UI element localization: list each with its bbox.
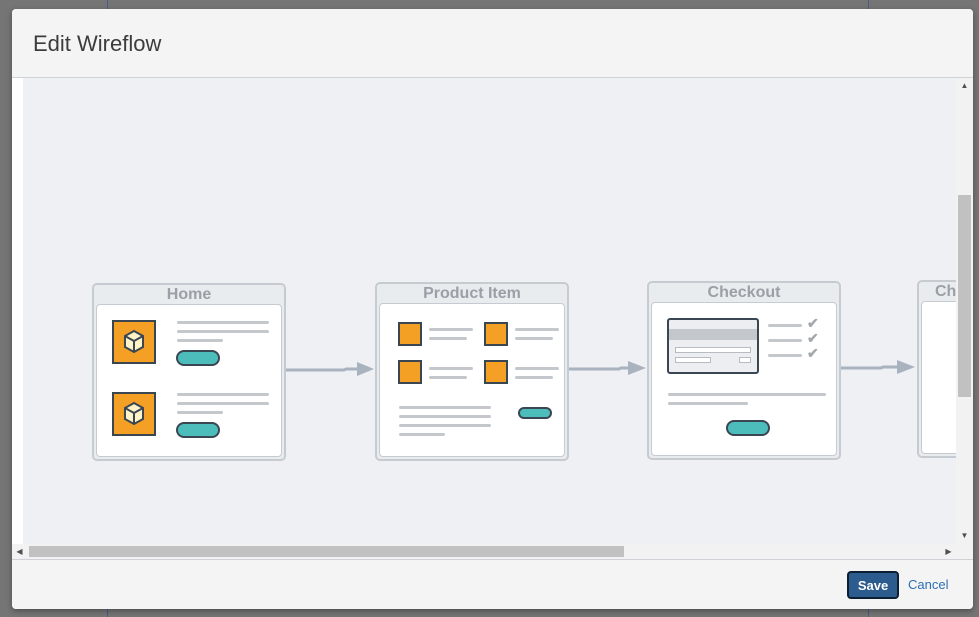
product-thumbnail [398,360,422,384]
screen-content [921,301,956,454]
edit-wireflow-dialog: Edit Wireflow Home Product Item Checkout… [12,9,973,609]
screen-card-home[interactable]: Home [92,283,286,461]
credit-card-form [667,318,759,374]
text-placeholder [177,411,223,414]
text-placeholder [399,433,445,436]
button-placeholder [176,422,220,438]
text-placeholder [177,321,269,324]
scrollbar-thumb[interactable] [29,546,624,557]
dialog-body: Home Product Item Checkout ✔ ✔ ✔ Ch ▲ ▼ … [12,78,973,559]
text-placeholder [429,376,467,379]
text-placeholder [668,393,826,396]
cancel-button[interactable]: Cancel [908,571,948,599]
product-thumbnail [484,322,508,346]
text-placeholder [177,339,223,342]
product-thumbnail [484,360,508,384]
scrollbar-corner [956,544,973,559]
screen-content: ✔ ✔ ✔ [651,302,837,456]
text-placeholder [429,367,473,370]
text-placeholder [177,330,269,333]
text-placeholder [429,337,467,340]
screen-content [379,303,565,457]
text-placeholder [768,339,802,342]
screen-card-partial[interactable]: Ch [917,280,956,458]
arrow-down-icon[interactable]: ▼ [956,528,973,544]
dialog-header: Edit Wireflow [12,9,973,78]
screen-title: Product Item [423,285,521,302]
text-placeholder [177,393,269,396]
flow-arrow [286,362,374,376]
arrow-left-icon[interactable]: ◀ [12,544,27,559]
card-stripe [669,329,757,340]
text-placeholder [515,376,553,379]
button-placeholder [726,420,770,436]
cube-icon [124,401,144,426]
arrow-up-icon[interactable]: ▲ [956,78,973,94]
text-placeholder [399,406,491,409]
text-placeholder [515,367,559,370]
arrow-right-icon[interactable]: ▶ [941,544,956,559]
screen-title: Ch [935,283,956,300]
cube-icon [124,329,144,354]
text-placeholder [515,328,559,331]
flow-arrow [841,360,915,374]
dialog-footer: Save Cancel [12,559,973,609]
product-image [112,320,156,364]
save-button[interactable]: Save [847,571,899,599]
text-placeholder [399,415,491,418]
horizontal-scrollbar[interactable]: ◀ ▶ [12,544,956,559]
screen-card-checkout[interactable]: Checkout ✔ ✔ ✔ [647,281,841,460]
checkmark-icon: ✔ [807,345,819,361]
field-placeholder [675,357,711,363]
button-placeholder [176,350,220,366]
text-placeholder [177,402,269,405]
text-placeholder [668,402,748,405]
screen-content [96,304,282,457]
scrollbar-thumb[interactable] [958,195,971,397]
product-image [112,392,156,436]
screen-card-product-item[interactable]: Product Item [375,282,569,461]
field-placeholder [739,357,751,363]
dialog-title: Edit Wireflow [33,31,162,56]
vertical-scrollbar[interactable]: ▲ ▼ [956,78,973,544]
text-placeholder [429,328,473,331]
wireflow-canvas[interactable]: Home Product Item Checkout ✔ ✔ ✔ Ch [23,78,956,544]
button-placeholder [518,407,552,419]
text-placeholder [515,337,553,340]
text-placeholder [399,424,491,427]
field-placeholder [675,347,751,353]
screen-title: Home [166,286,212,303]
flow-arrow [569,361,646,375]
screen-title: Checkout [707,284,781,301]
text-placeholder [768,324,802,327]
product-thumbnail [398,322,422,346]
text-placeholder [768,354,802,357]
